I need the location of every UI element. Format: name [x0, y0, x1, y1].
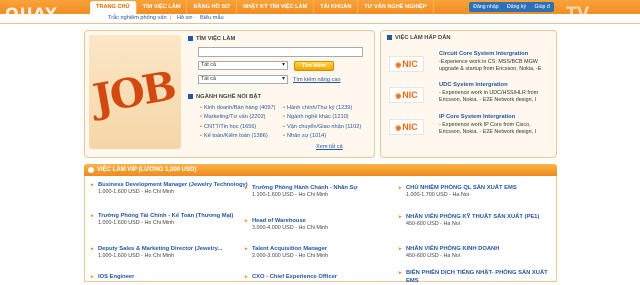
nav-home[interactable]: TRANG CHỦ — [90, 1, 137, 15]
hot-title-wrap: NGÀNH NGHỀ NỔI BẬT — [188, 94, 261, 100]
hot-category[interactable]: Ngành nghề khác (1210) — [283, 114, 349, 120]
subnav-dash: - — [193, 15, 195, 21]
attractive-job[interactable]: NIC UDC System Intergration - Experience… — [383, 81, 547, 111]
vip-job-title[interactable]: CHỦ NHIỆM PHÒNG QL SẢN XUẤT EMS — [406, 184, 556, 192]
search-title-wrap: TÌM VIỆC LÀM — [188, 36, 235, 42]
vip-job[interactable]: BIÊN PHIÊN DỊCH TIẾNG NHẬT- PHÒNG SẢN XU… — [406, 269, 556, 285]
vip-job-meta: 2.000-3.000 USD - Ho Chi Minh — [252, 253, 329, 259]
vip-job-meta: 450-600 USD - Ha Noi — [406, 253, 460, 259]
nav-post-resume[interactable]: ĐĂNG HỒ SƠ — [187, 0, 237, 14]
attractive-job-desc: -Experience work in CS: MSS/BCB MGW upgr… — [439, 59, 542, 72]
vip-job-title[interactable]: CXO - Chief Experience Officer — [252, 273, 402, 281]
attractive-title: VIỆC LÀM HẤP DẪN — [395, 35, 451, 42]
vip-job-title[interactable]: Trưởng Phòng Tài Chính - Kế Toán (Thương… — [98, 212, 248, 220]
attractive-title-wrap: VIỆC LÀM HẤP DẪN — [387, 35, 451, 41]
category-select-value: Tất cả — [201, 62, 216, 68]
vip-job-title[interactable]: BIÊN PHIÊN DỊCH TIẾNG NHẬT- PHÒNG SẢN XU… — [406, 269, 556, 285]
vip-job[interactable]: Trưởng Phòng Hành Chánh - Nhân Sự1.100-1… — [252, 184, 402, 199]
main-nav: TRANG CHỦ TÌM VIỆC LÀM ĐĂNG HỒ SƠ NHẬT K… — [90, 0, 434, 15]
subnav-resume[interactable]: Hồ sơ — [177, 15, 192, 21]
hot-category[interactable]: Nhân sự (1014) — [283, 133, 326, 139]
vip-job-title[interactable]: Business Development Manager (Jewelry Te… — [98, 181, 248, 189]
attractive-job-desc: - Experience work in UDC/HSS/HLR from Er… — [439, 90, 539, 103]
attractive-job-desc: - Experience work IP Core from Cisco, Er… — [439, 122, 537, 135]
hot-category[interactable]: CNTT/Tin học (1656) — [200, 124, 256, 130]
vip-job-title[interactable]: IOS Engineer — [98, 273, 248, 281]
view-all-link[interactable]: Xem tất cả — [316, 144, 343, 150]
subnav-forms[interactable]: Biểu mẫu — [200, 15, 224, 21]
vip-job-title[interactable]: Deputy Sales & Marketing Director (Jewel… — [98, 245, 248, 253]
vip-header: VIỆC LÀM VIP (LƯƠNG 1,000 USD) — [84, 164, 557, 176]
section-bullet-icon — [188, 36, 193, 41]
search-title: TÌM VIỆC LÀM — [196, 36, 236, 43]
attractive-job[interactable]: NIC IP Core System Intergration - Experi… — [383, 113, 547, 143]
vip-job[interactable]: CXO - Chief Experience Officer — [252, 273, 402, 281]
vip-job[interactable]: NHÂN VIÊN PHÒNG KỸ THUẬT SẢN XUẤT (PE1)4… — [406, 213, 556, 228]
hot-category[interactable]: Hành chính/Thư ký (1239) — [283, 105, 352, 111]
sub-nav: Trắc nghiệm phỏng vấn | Hồ sơ - Biểu mẫu — [0, 14, 640, 24]
location-select[interactable]: Tất cả — [198, 75, 288, 84]
vip-job[interactable]: IOS Engineer — [98, 273, 248, 281]
hero-word: JOB — [89, 62, 179, 123]
attractive-job-title[interactable]: IP Core System Intergration — [439, 114, 515, 120]
nav-job-log[interactable]: NHẬT KÝ TÌM VIỆC LÀM — [237, 0, 315, 14]
company-logo: NIC — [389, 56, 424, 72]
attractive-job[interactable]: NIC Circuit Core System Intergration -Ex… — [383, 50, 547, 80]
subnav-interview-test[interactable]: Trắc nghiệm phỏng vấn — [108, 15, 167, 21]
category-select[interactable]: Tất cả — [198, 61, 288, 70]
nav-find-jobs[interactable]: TÌM VIỆC LÀM — [137, 0, 188, 14]
vip-job-title[interactable]: Head of Warehouse — [252, 217, 402, 225]
vip-job-meta: 1.000-1.600 USD - Ho Chi Minh — [98, 220, 175, 226]
vip-job-meta: 1.100-1.600 USD - Ho Chi Minh — [252, 192, 329, 198]
vip-title: VIỆC LÀM VIP (LƯƠNG 1,000 USD) — [97, 167, 197, 173]
vip-job[interactable]: Deputy Sales & Marketing Director (Jewel… — [98, 245, 248, 260]
attractive-job-title[interactable]: Circuit Core System Intergration — [439, 51, 528, 57]
vip-job-meta: 450-600 USD - Ha Noi — [406, 221, 460, 227]
location-select-value: Tất cả — [201, 76, 216, 82]
hot-title: NGÀNH NGHỀ NỔI BẬT — [196, 94, 262, 101]
vip-job[interactable]: CHỦ NHIỆM PHÒNG QL SẢN XUẤT EMS1.000-1.7… — [406, 184, 556, 199]
vip-job[interactable]: Business Development Manager (Jewelry Te… — [98, 181, 248, 196]
hot-category[interactable]: Kinh doanh/Bán hàng (4097) — [200, 105, 276, 111]
subnav-sep: | — [170, 15, 172, 21]
company-logo: NIC — [389, 87, 424, 103]
vip-job[interactable]: Talent Acquisition Manager2.000-3.000 US… — [252, 245, 402, 260]
nav-career-advice[interactable]: TƯ VẤN NGHỀ NGHIỆP — [358, 0, 434, 14]
vip-job-title[interactable]: NHÂN VIÊN PHÒNG KINH DOANH — [406, 245, 556, 253]
help-link[interactable]: Giúp đ — [534, 4, 549, 10]
vip-job[interactable]: Head of Warehouse3.000-4.000 USD - Ho Ch… — [252, 217, 402, 232]
keyword-input[interactable] — [198, 47, 363, 57]
search-button[interactable]: Tìm kiếm — [294, 61, 334, 71]
vip-job-meta: 1.000-1.600 USD - Ho Chi Minh — [98, 253, 175, 259]
job-hero-image: JOB — [89, 35, 181, 149]
nav-account[interactable]: TÀI KHOẢN — [314, 0, 359, 14]
hot-category[interactable]: Kế toán/Kiểm toán (1386) — [200, 133, 268, 139]
company-logo: NIC — [389, 119, 424, 135]
login-link[interactable]: Đăng nhập — [473, 4, 498, 10]
vip-icon — [88, 167, 94, 173]
vip-job-meta: 1.000-1.600 USD - Ho Chi Minh — [98, 189, 175, 195]
vip-job-title[interactable]: Trưởng Phòng Hành Chánh - Nhân Sự — [252, 184, 402, 192]
vip-job[interactable]: Trưởng Phòng Tài Chính - Kế Toán (Thương… — [98, 212, 248, 227]
section-bullet-icon — [387, 35, 392, 40]
auth-box: Đăng nhập Đăng ký Giúp đ — [469, 2, 554, 12]
hot-category[interactable]: Vận chuyển/Giao nhận (1102) — [283, 124, 361, 130]
vip-job-meta: 3.000-4.000 USD - Ho Chi Minh — [252, 225, 329, 231]
advanced-search-link[interactable]: Tìm kiếm nâng cao — [293, 77, 341, 83]
hot-category[interactable]: Marketing/Tư vấn (2202) — [200, 114, 266, 120]
vip-job-title[interactable]: Talent Acquisition Manager — [252, 245, 402, 253]
vip-job[interactable]: NHÂN VIÊN PHÒNG KINH DOANH450-600 USD - … — [406, 245, 556, 260]
attractive-job-title[interactable]: UDC System Intergration — [439, 82, 508, 88]
vip-job-title[interactable]: NHÂN VIÊN PHÒNG KỸ THUẬT SẢN XUẤT (PE1) — [406, 213, 556, 221]
section-bullet-icon — [188, 94, 193, 99]
vip-job-meta: 1.000-1.700 USD - Ha Noi — [406, 192, 469, 198]
register-link[interactable]: Đăng ký — [507, 4, 526, 10]
